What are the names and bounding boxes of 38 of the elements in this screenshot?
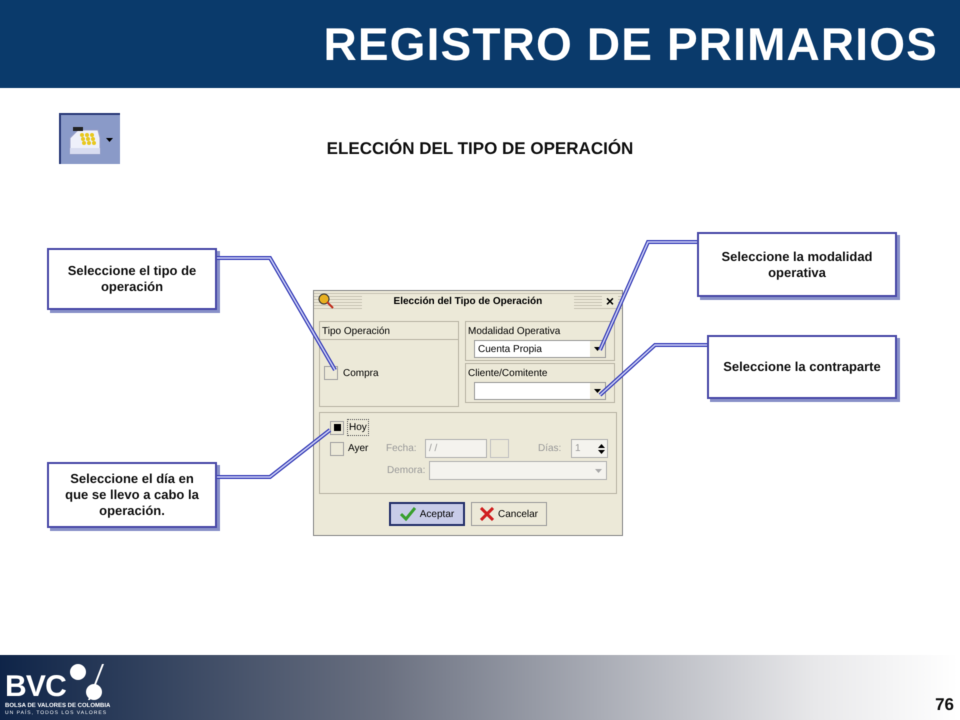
toolbar-button[interactable] [59, 113, 120, 164]
group-label: Tipo Operación [320, 322, 458, 340]
field-label: Días: [538, 442, 562, 456]
group-label: Modalidad Operativa [467, 325, 562, 339]
page-number: 76 [935, 694, 954, 716]
caret-icon [594, 347, 601, 351]
close-button[interactable]: × [602, 294, 618, 308]
accept-button[interactable]: Aceptar [389, 502, 465, 526]
slide-title: REGISTRO DE PRIMARIOS [323, 16, 938, 72]
spinner-arrows-icon [598, 442, 605, 454]
caret-icon [106, 138, 113, 142]
section-heading: ELECCIÓN DEL TIPO DE OPERACIÓN [326, 138, 634, 160]
group-label: Cliente/Comitente [467, 367, 548, 381]
callout-text: Seleccione el día en que se llevo a cabo la operación. [64, 471, 200, 519]
radio-label: Hoy [347, 419, 369, 436]
caret-icon [595, 468, 602, 472]
callout-text: Seleccione la contraparte [723, 359, 881, 375]
field-label: Fecha: [386, 442, 418, 456]
checkmark-icon [400, 507, 416, 521]
calendar-button[interactable] [490, 439, 509, 458]
field-label: Demora: [387, 464, 426, 478]
dialog-title: Elección del Tipo de Operación [362, 294, 574, 308]
logo-symbol-icon [68, 662, 104, 702]
callout-text: Seleccione el tipo de operación [66, 263, 198, 295]
spinner-value: 1 [575, 442, 581, 456]
radio-label: Ayer [347, 442, 370, 456]
logo-mark: BVC [5, 672, 66, 702]
checkbox[interactable] [330, 442, 344, 456]
callout-text: Seleccione la modalidad operativa [720, 248, 874, 280]
close-icon [480, 507, 494, 521]
dropdown-field[interactable] [474, 382, 606, 400]
dropdown-value: Cuenta Propia [478, 342, 542, 356]
dropdown-field[interactable] [429, 461, 607, 480]
checkbox-label: Compra [343, 366, 379, 380]
checkbox[interactable] [330, 420, 344, 434]
caret-icon [594, 389, 601, 393]
cancel-button[interactable]: Cancelar [471, 502, 547, 526]
dropdown-field[interactable]: Cuenta Propia [474, 340, 606, 358]
